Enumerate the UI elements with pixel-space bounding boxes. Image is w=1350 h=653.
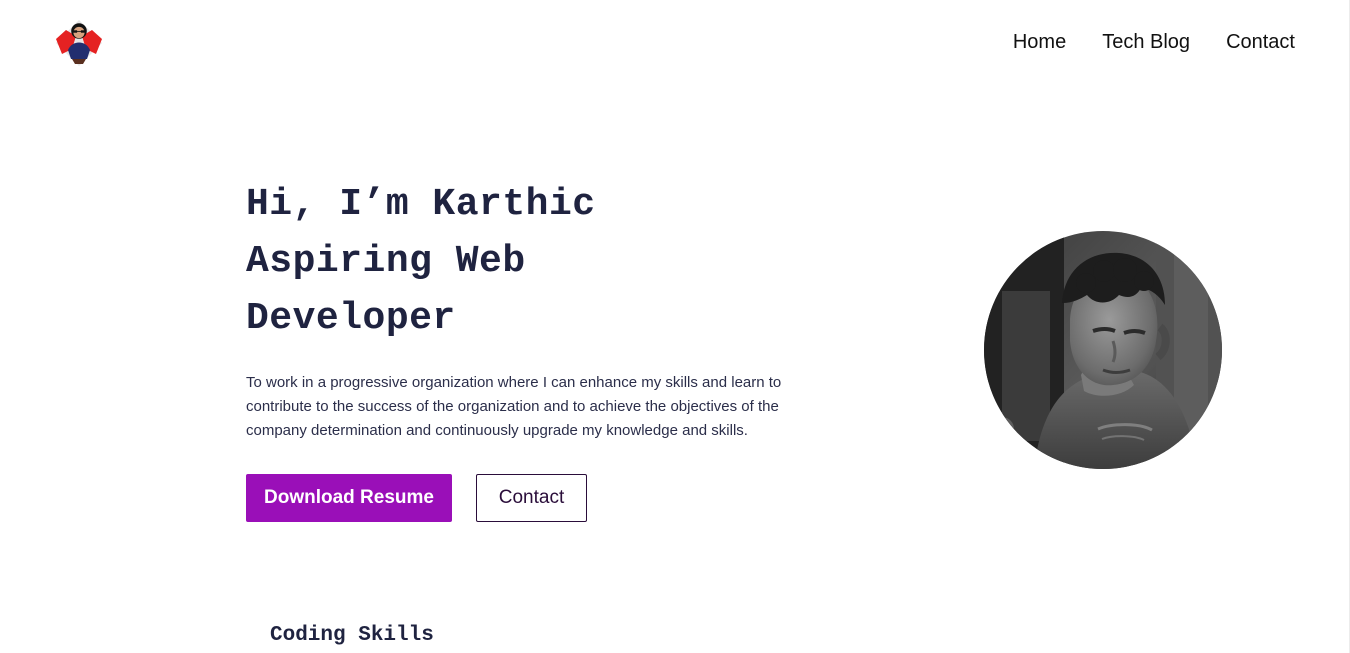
hero-description: To work in a progressive organization wh… bbox=[246, 374, 782, 439]
profile-photo bbox=[984, 231, 1222, 469]
hero-title-line: Hi, I’m Karthic bbox=[246, 183, 596, 226]
nav-contact-link[interactable]: Contact bbox=[1226, 30, 1295, 54]
nav-home-link[interactable]: Home bbox=[1013, 30, 1066, 54]
download-resume-button[interactable]: Download Resume bbox=[246, 474, 452, 522]
main-navigation: Home Tech Blog Contact bbox=[1013, 30, 1295, 54]
hero-title: Hi, I’m Karthic Aspiring Web Developer bbox=[246, 176, 766, 347]
profile-logo-icon[interactable] bbox=[52, 16, 106, 70]
hero-title-line: Developer bbox=[246, 297, 456, 340]
coding-skills-title: Coding Skills bbox=[270, 624, 434, 647]
portfolio-page: Home Tech Blog Contact Hi, I’m Karthic A… bbox=[0, 0, 1350, 653]
nav-tech-blog-link[interactable]: Tech Blog bbox=[1102, 30, 1190, 54]
contact-button[interactable]: Contact bbox=[476, 474, 587, 522]
hero-title-line: Aspiring Web bbox=[246, 240, 526, 283]
